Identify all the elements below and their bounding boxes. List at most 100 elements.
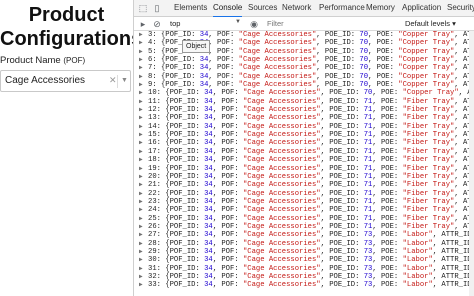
devtools-tabbar: ⬚ ▯ Elements Console Sources Network Per… — [134, 0, 474, 18]
pof-value: "Cage Accessories" — [242, 122, 321, 131]
console-log-row[interactable]: ▶ 29: {POF_ID: 34, POF: "Cage Accessories… — [134, 248, 474, 256]
console-log-row[interactable]: ▶ 14: {POF_ID: 34, POF: "Cage Accessories… — [134, 123, 474, 131]
console-log-row[interactable]: ▶ 19: {POF_ID: 34, POF: "Cage Accessories… — [134, 165, 474, 173]
row-index: 17 — [148, 147, 157, 156]
poe-value: "Labor" — [402, 272, 433, 281]
row-text: , ATTR_ID: — [432, 239, 474, 248]
console-log-row[interactable]: ▶ 6: {POF_ID: 34, POF: "Cage Accessories"… — [134, 56, 474, 64]
console-log-row[interactable]: ▶ 21: {POF_ID: 34, POF: "Cage Accessories… — [134, 181, 474, 189]
row-text: , POE: — [372, 97, 403, 106]
console-log-row[interactable]: ▶ 12: {POF_ID: 34, POF: "Cage Accessories… — [134, 106, 474, 114]
row-text: , POE: — [372, 122, 403, 131]
console-scrollbar[interactable] — [469, 31, 474, 296]
pof-id-value: 34 — [204, 272, 213, 281]
console-log-row[interactable]: ▶ 25: {POF_ID: 34, POF: "Cage Accessories… — [134, 215, 474, 223]
expand-arrow-icon: ▶ — [139, 206, 143, 214]
console-log-row[interactable]: ▶ 17: {POF_ID: 34, POF: "Cage Accessories… — [134, 148, 474, 156]
pof-id-value: 34 — [204, 222, 213, 231]
pof-id-value: 34 — [204, 281, 213, 290]
console-log-row[interactable]: ▶ 32: {POF_ID: 34, POF: "Cage Accessories… — [134, 273, 474, 281]
row-text: , ATTR_ID: — [432, 272, 474, 281]
tab-application[interactable]: Application — [402, 0, 441, 16]
console-log-row[interactable]: ▶ 27: {POF_ID: 34, POF: "Cage Accessories… — [134, 231, 474, 239]
tab-network[interactable]: Network — [282, 0, 311, 16]
row-text: , POE_ID: — [320, 89, 364, 98]
console-log-row[interactable]: ▶ 30: {POF_ID: 34, POF: "Cage Accessories… — [134, 256, 474, 264]
context-select[interactable]: top — [170, 18, 180, 29]
console-log-row[interactable]: ▶ 20: {POF_ID: 34, POF: "Cage Accessories… — [134, 173, 474, 181]
poe-value: "Copper Tray" — [398, 81, 455, 90]
clear-icon[interactable]: ✕ — [109, 75, 117, 86]
tab-sources[interactable]: Sources — [248, 0, 277, 16]
row-index: 22 — [148, 189, 157, 198]
devtools-panel: ⬚ ▯ Elements Console Sources Network Per… — [133, 0, 474, 296]
tab-memory[interactable]: Memory — [366, 0, 395, 16]
row-text: , POF: — [212, 231, 243, 240]
console-log-row[interactable]: ▶ 22: {POF_ID: 34, POF: "Cage Accessories… — [134, 190, 474, 198]
context-caret-icon[interactable]: ▼ — [235, 19, 241, 25]
poe-value: "Copper Tray" — [398, 47, 455, 56]
pof-id-value: 34 — [204, 247, 213, 256]
console-log-row[interactable]: ▶ 16: {POF_ID: 34, POF: "Cage Accessories… — [134, 139, 474, 147]
tab-console[interactable]: Console — [213, 0, 243, 18]
show-sidebar-icon[interactable]: ▸ — [138, 19, 148, 29]
console-log-row[interactable]: ▶ 33: {POF_ID: 34, POF: "Cage Accessories… — [134, 281, 474, 289]
tab-elements[interactable]: Elements — [174, 0, 207, 16]
poe-id-value: 70 — [359, 47, 369, 56]
row-text: : {POF_ID: — [156, 164, 205, 173]
pof-id-value: 34 — [204, 181, 213, 190]
poe-id-value: 70 — [359, 31, 369, 39]
console-log-row[interactable]: ▶ 31: {POF_ID: 34, POF: "Cage Accessories… — [134, 265, 474, 273]
row-text: , POE: — [372, 114, 403, 123]
row-text: , POE: — [372, 231, 403, 240]
inspect-element-icon[interactable]: ⬚ — [138, 3, 148, 13]
pof-value: "Cage Accessories" — [242, 189, 321, 198]
console-log-row[interactable]: ▶ 23: {POF_ID: 34, POF: "Cage Accessories… — [134, 198, 474, 206]
console-log-row[interactable]: ▶ 7: {POF_ID: 34, POF: "Cage Accessories"… — [134, 64, 474, 72]
poe-value: "Fiber Tray" — [402, 189, 455, 198]
poe-value: "Labor" — [402, 247, 433, 256]
pof-value: "Cage Accessories" — [242, 156, 321, 165]
log-levels-select[interactable]: Default levels ▾ — [405, 18, 456, 29]
console-log-row[interactable]: ▶ 9: {POF_ID: 34, POF: "Cage Accessories"… — [134, 81, 474, 89]
product-name-select[interactable]: Cage Accessories ✕ ▼ — [0, 70, 131, 92]
row-text: : {POF_ID: — [152, 72, 200, 81]
tab-performance[interactable]: Performance — [319, 0, 365, 16]
pof-value: "Cage Accessories" — [242, 181, 321, 190]
console-log-row[interactable]: ▶ 10: {POF_ID: 34, POF: "Cage Accessories… — [134, 89, 474, 97]
pof-value: "Cage Accessories" — [238, 81, 317, 90]
row-text: , POE: — [372, 164, 403, 173]
console-log-row[interactable]: ▶ 11: {POF_ID: 34, POF: "Cage Accessories… — [134, 98, 474, 106]
filter-input[interactable] — [267, 18, 397, 29]
chevron-down-icon[interactable]: ▼ — [121, 77, 128, 84]
console-log-row[interactable]: ▶ 8: {POF_ID: 34, POF: "Cage Accessories"… — [134, 73, 474, 81]
row-text: , POE: — [372, 172, 403, 181]
console-log-row[interactable]: ▶ 3: {POF_ID: 34, POF: "Cage Accessories"… — [134, 31, 474, 39]
row-text: , POE: — [372, 214, 403, 223]
eye-icon[interactable]: ◉ — [249, 19, 259, 29]
row-text: , POE_ID: — [320, 256, 364, 265]
console-log-row[interactable]: ▶ 26: {POF_ID: 34, POF: "Cage Accessories… — [134, 223, 474, 231]
pof-id-value: 34 — [204, 256, 213, 265]
row-index: 33 — [148, 281, 157, 290]
row-text: , POE: — [368, 47, 399, 56]
expand-arrow-icon: ▶ — [139, 72, 143, 80]
console-log-row[interactable]: ▶ 15: {POF_ID: 34, POF: "Cage Accessories… — [134, 131, 474, 139]
expand-arrow-icon: ▶ — [139, 122, 143, 130]
expand-arrow-icon: ▶ — [139, 172, 143, 180]
pof-id-value: 34 — [204, 106, 213, 115]
tab-security[interactable]: Security — [447, 0, 474, 16]
console-log-row[interactable]: ▶ 18: {POF_ID: 34, POF: "Cage Accessories… — [134, 156, 474, 164]
console-log-row[interactable]: ▶ 24: {POF_ID: 34, POF: "Cage Accessories… — [134, 206, 474, 214]
row-text: , POF: — [208, 81, 239, 90]
clear-console-icon[interactable]: ⊘ — [152, 19, 162, 29]
expand-arrow-icon: ▶ — [139, 39, 143, 47]
row-text: , POE_ID: — [316, 47, 360, 56]
row-text: : {POF_ID: — [156, 272, 205, 281]
pof-value: "Cage Accessories" — [238, 56, 317, 65]
device-toolbar-icon[interactable]: ▯ — [152, 3, 162, 13]
console-log-row[interactable]: ▶ 13: {POF_ID: 34, POF: "Cage Accessories… — [134, 114, 474, 122]
console-log[interactable]: ▶ 3: {POF_ID: 34, POF: "Cage Accessories"… — [134, 31, 474, 296]
row-text: , POE_ID: — [316, 39, 360, 48]
console-log-row[interactable]: ▶ 28: {POF_ID: 34, POF: "Cage Accessories… — [134, 240, 474, 248]
